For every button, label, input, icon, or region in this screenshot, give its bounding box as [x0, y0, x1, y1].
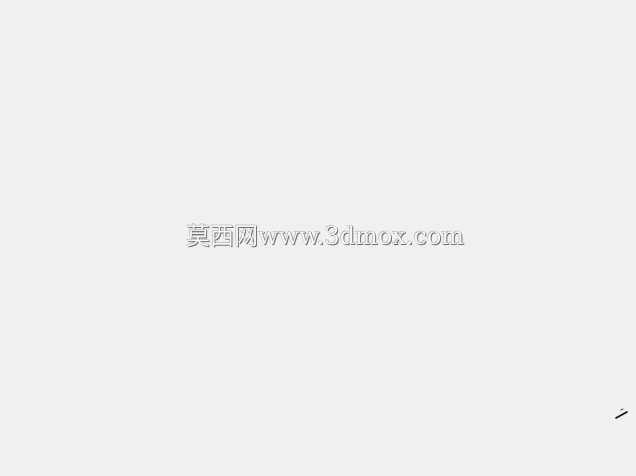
resize-grip-icon[interactable]: [612, 406, 630, 422]
blank-canvas: 莫西网www.3dmox.com: [0, 0, 636, 476]
watermark-text: 莫西网www.3dmox.com: [186, 222, 465, 250]
